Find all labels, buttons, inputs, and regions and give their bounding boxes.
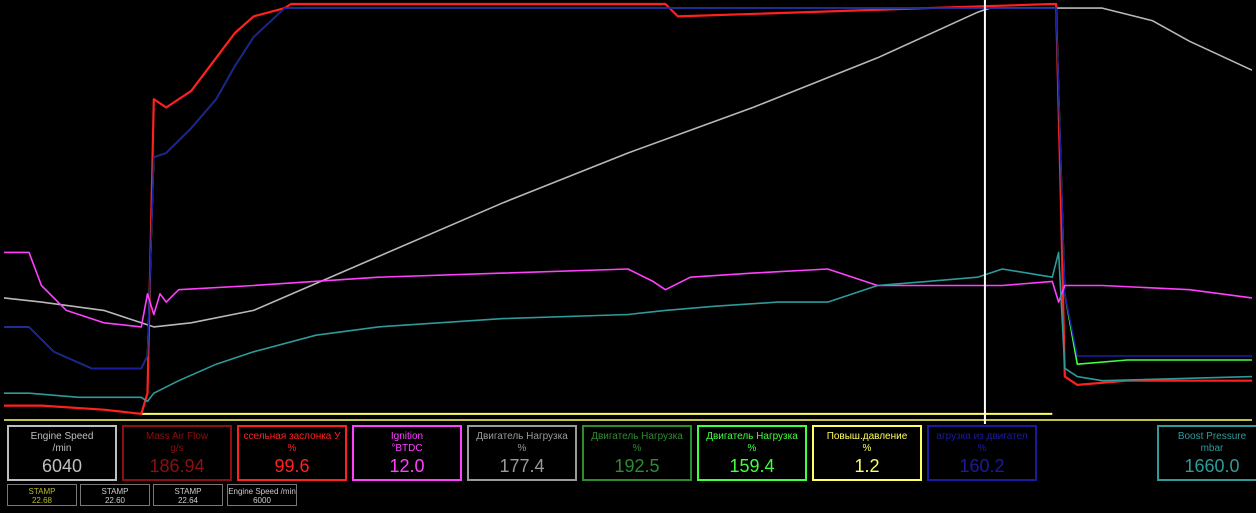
stamp-1[interactable]: STAMP 22.60 (80, 484, 150, 506)
data-log-chart (0, 0, 1256, 424)
gauge-6[interactable]: Двигатель Нагрузка% 159.4 (697, 425, 807, 481)
stamp-label: STAMP (101, 487, 129, 496)
gauge-unit: °BTDC (391, 443, 423, 454)
stamp-value: 6000 (253, 496, 271, 505)
gauge-0[interactable]: Engine Speed/min 6040 (7, 425, 117, 481)
gauge-label: Engine Speed (30, 431, 94, 442)
gauge-2[interactable]: ссельная заслонка У% 99.6 (237, 425, 347, 481)
stamp-value: 22.64 (177, 496, 199, 505)
chart-background (0, 0, 1256, 424)
gauge-unit: % (862, 443, 872, 454)
gauge-8[interactable]: агрузка из двигател% 160.2 (927, 425, 1037, 481)
gauge-7[interactable]: Повыш.давление% 1.2 (812, 425, 922, 481)
stamp-label: Engine Speed /min (228, 487, 296, 496)
gauge-label: Boost Pressure (1177, 431, 1247, 442)
gauge-5[interactable]: Двигатель Нагрузка% 192.5 (582, 425, 692, 481)
gauge-label: Ignition (390, 431, 424, 442)
stamp-0[interactable]: STAMP 22.68 (7, 484, 77, 506)
stamp-label: STAMP (174, 487, 202, 496)
stamp-3[interactable]: Engine Speed /min 6000 (227, 484, 297, 506)
gauge-value: 159.4 (729, 456, 775, 476)
gauge-label: агрузка из двигател (936, 431, 1028, 442)
gauge-unit: % (517, 443, 527, 454)
gauge-1[interactable]: Mass Air Flow g/s 186.94 (122, 425, 232, 481)
gauge-label: Mass Air Flow (145, 431, 209, 442)
gauge-value: 1660.0 (1184, 456, 1240, 476)
gauge-unit: /min (52, 443, 72, 454)
gauge-4[interactable]: Двигатель Нагрузка% 177.4 (467, 425, 577, 481)
gauge-value: 12.0 (389, 456, 425, 476)
gauge-unit: % (287, 443, 297, 454)
stamp-2[interactable]: STAMP 22.64 (153, 484, 223, 506)
gauge-value: 6040 (41, 456, 83, 476)
gauge-9[interactable]: Boost Pressure mbar 1660.0 (1157, 425, 1256, 481)
stamp-value: 22.60 (104, 496, 126, 505)
gauge-label: Повыш.давление (826, 431, 908, 442)
gauge-unit: g/s (170, 443, 184, 454)
gauge-unit: % (977, 443, 987, 454)
gauge-value: 160.2 (959, 456, 1005, 476)
gauge-value: 186.94 (149, 456, 205, 476)
gauge-label: Двигатель Нагрузка (476, 431, 568, 442)
gauge-value: 99.6 (274, 456, 310, 476)
gauge-value: 177.4 (499, 456, 545, 476)
gauge-value: 1.2 (854, 456, 880, 476)
gauge-label: Двигатель Нагрузка (706, 431, 798, 442)
stamp-value: 22.68 (31, 496, 53, 505)
gauge-label: ссельная заслонка У (243, 431, 341, 442)
gauge-unit: % (747, 443, 757, 454)
gauge-unit: % (632, 443, 642, 454)
gauge-value: 192.5 (614, 456, 660, 476)
gauge-unit: mbar (1200, 443, 1224, 454)
stamp-label: STAMP (28, 487, 56, 496)
gauge-label: Двигатель Нагрузка (591, 431, 683, 442)
gauge-3[interactable]: Ignition °BTDC 12.0 (352, 425, 462, 481)
